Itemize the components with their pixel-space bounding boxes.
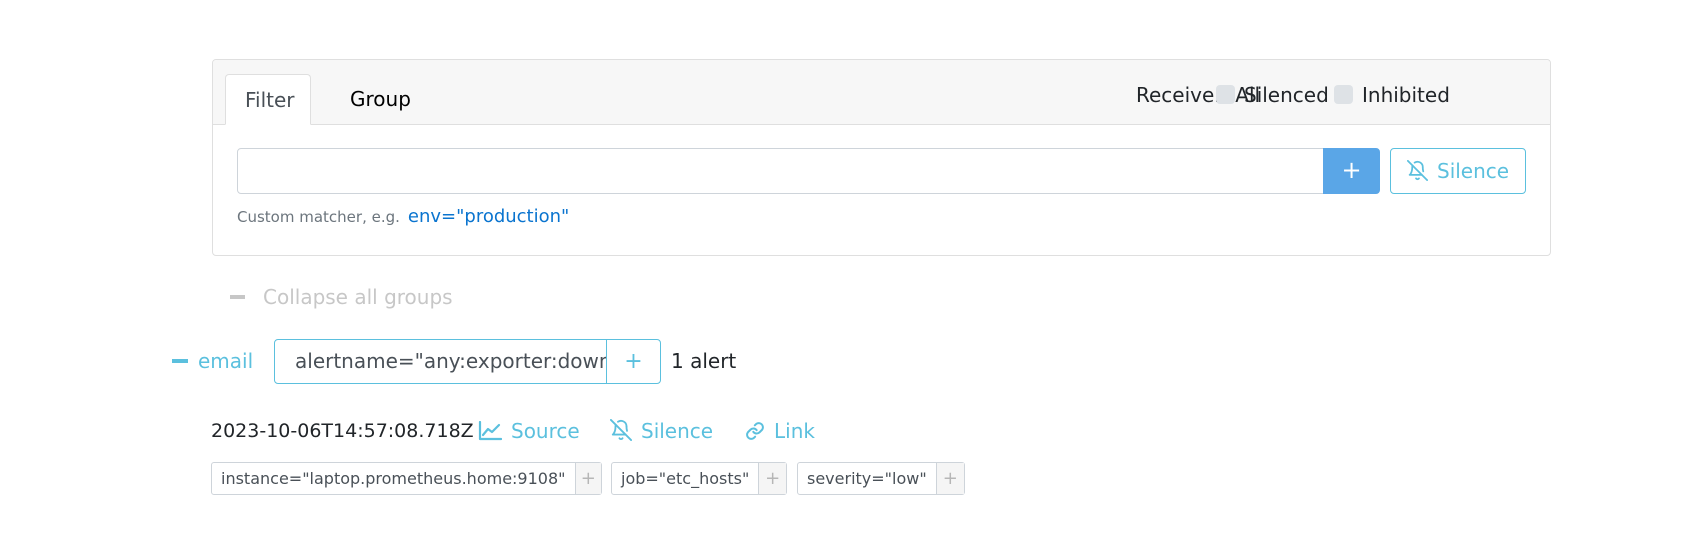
link-label: Link: [774, 419, 815, 443]
inhibited-checkbox[interactable]: Inhibited: [1334, 81, 1450, 109]
bell-slash-icon: [610, 419, 632, 441]
collapse-all-groups-button[interactable]: Collapse all groups: [230, 284, 453, 310]
silenced-checkbox-box[interactable]: [1216, 85, 1235, 104]
link-icon: [746, 422, 764, 440]
alert-label-instance[interactable]: instance="laptop.prometheus.home:9108" +: [211, 462, 602, 495]
inhibited-checkbox-box[interactable]: [1334, 85, 1353, 104]
minus-icon: [230, 295, 245, 299]
chart-line-icon: [478, 420, 503, 441]
hint-example-link[interactable]: env="production": [408, 206, 569, 227]
matcher-hint: Custom matcher, e.g. env="production": [237, 206, 569, 228]
group-matcher-label[interactable]: alertname="any:exporter:down": [274, 339, 621, 384]
inhibited-label: Inhibited: [1362, 83, 1450, 107]
alert-silence-link[interactable]: Silence: [610, 418, 713, 444]
alert-silence-label: Silence: [641, 419, 714, 443]
alert-label-job[interactable]: job="etc_hosts" +: [611, 462, 787, 495]
minus-icon: [172, 359, 188, 363]
label-text[interactable]: instance="laptop.prometheus.home:9108": [212, 463, 575, 494]
add-matcher-button[interactable]: +: [1323, 148, 1380, 194]
source-link[interactable]: Source: [478, 418, 580, 444]
label-add-button[interactable]: +: [574, 463, 601, 494]
matcher-input[interactable]: [237, 148, 1324, 194]
source-label: Source: [511, 419, 580, 443]
hint-text: Custom matcher, e.g.: [237, 208, 400, 226]
tab-filter[interactable]: Filter: [225, 74, 311, 125]
alert-timestamp: 2023-10-06T14:57:08.718Z: [211, 420, 474, 442]
silenced-checkbox[interactable]: Silenced: [1216, 81, 1329, 109]
label-add-button[interactable]: +: [758, 463, 786, 494]
label-text[interactable]: job="etc_hosts": [612, 463, 758, 494]
group-matcher-add-button[interactable]: +: [606, 339, 661, 384]
filter-card-header: Filter Group Receiver: All Silenced Inhi…: [213, 60, 1550, 125]
silence-button-label: Silence: [1437, 159, 1510, 183]
filter-card: Filter Group Receiver: All Silenced Inhi…: [212, 59, 1551, 256]
group-receiver: email: [198, 349, 254, 373]
collapse-all-label: Collapse all groups: [263, 285, 453, 309]
alert-count: 1 alert: [671, 349, 737, 373]
silence-button[interactable]: Silence: [1390, 148, 1526, 194]
silenced-label: Silenced: [1244, 83, 1329, 107]
label-add-button[interactable]: +: [935, 463, 964, 494]
label-text[interactable]: severity="low": [798, 463, 936, 494]
alert-link[interactable]: Link: [745, 418, 815, 444]
group-collapse-toggle[interactable]: email: [172, 348, 253, 374]
alert-label-severity[interactable]: severity="low" +: [797, 462, 965, 495]
tab-group[interactable]: Group: [331, 74, 430, 124]
bell-slash-icon: [1407, 160, 1428, 181]
